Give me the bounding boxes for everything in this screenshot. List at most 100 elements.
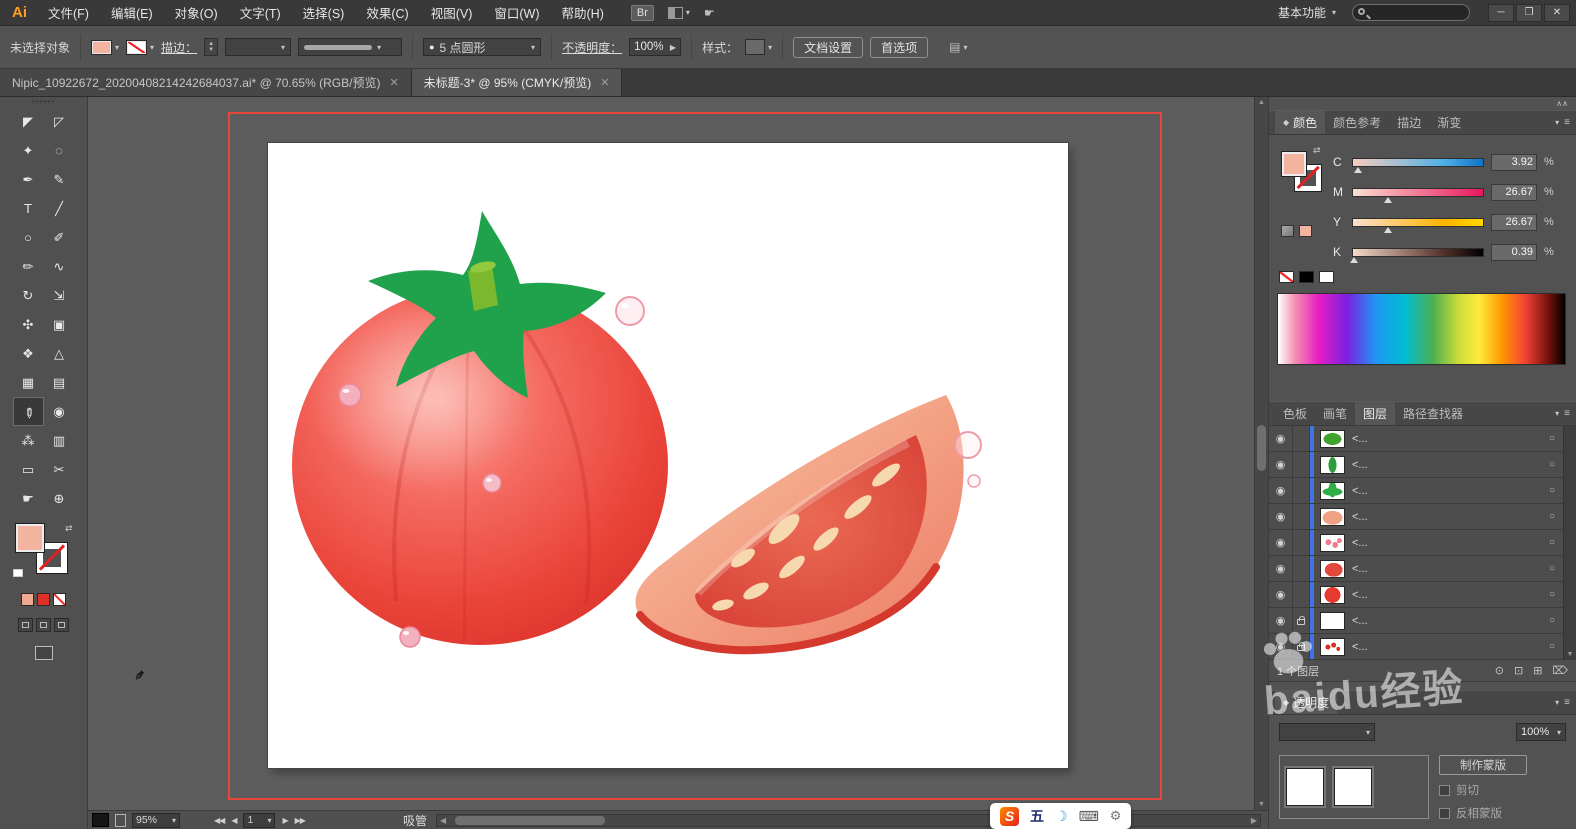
next-artboard-button[interactable]: ▶ — [282, 816, 288, 825]
zoom-select[interactable]: 95% ▾ — [132, 812, 180, 828]
tab-transparency[interactable]: ◆ 透明度 — [1275, 691, 1338, 714]
visibility-toggle[interactable]: ◉ — [1269, 452, 1293, 477]
stepper-down-icon[interactable]: ▼ — [208, 47, 214, 53]
object-thumbnail[interactable] — [1286, 768, 1324, 806]
menu-effect[interactable]: 效果(C) — [355, 3, 419, 22]
visibility-toggle[interactable]: ◉ — [1269, 504, 1293, 529]
brush-select[interactable]: ● 5 点圆形 ▾ — [423, 38, 542, 56]
direct-selection-tool[interactable]: ◸ — [44, 107, 75, 136]
scroll-up-icon[interactable]: ▲ — [1258, 99, 1265, 106]
scroll-right-icon[interactable]: ▶ — [1251, 816, 1257, 825]
layer-target-icon[interactable]: ○ — [1543, 485, 1561, 496]
menu-help[interactable]: 帮助(H) — [551, 3, 615, 22]
fill-color-well[interactable] — [14, 523, 45, 553]
layer-target-icon[interactable]: ○ — [1543, 589, 1561, 600]
invert-mask-checkbox[interactable] — [1439, 807, 1450, 819]
document-setup-button[interactable]: 文档设置 — [793, 36, 864, 58]
lock-toggle[interactable] — [1293, 582, 1310, 607]
pencil-tool[interactable]: ✏ — [13, 252, 44, 281]
canvas[interactable]: ✒ ▲ ▼ — [88, 97, 1268, 810]
menu-edit[interactable]: 编辑(E) — [100, 3, 164, 22]
shape-builder-tool[interactable]: ❖ — [13, 339, 44, 368]
vertical-scrollbar[interactable]: ▲ ▼ — [1254, 97, 1268, 810]
tomato-illustration[interactable] — [268, 143, 1068, 768]
visibility-toggle[interactable]: ◉ — [1269, 426, 1293, 451]
slice-tool[interactable]: ✂ — [44, 455, 75, 484]
layer-row[interactable]: ◉ <... ○ — [1269, 582, 1576, 608]
smooth-tool[interactable]: ∿ — [44, 252, 75, 281]
yellow-value-input[interactable]: 26.67 — [1491, 213, 1537, 231]
lock-toggle[interactable] — [1293, 608, 1310, 633]
selection-tool[interactable]: ◤ — [13, 107, 44, 136]
tab-brushes[interactable]: 画笔 — [1315, 402, 1355, 425]
tab-stroke[interactable]: 描边 — [1389, 111, 1429, 134]
lock-toggle[interactable] — [1293, 478, 1310, 503]
moon-icon[interactable]: ☽ — [1055, 808, 1068, 825]
gradient-tool[interactable]: ▤ — [44, 368, 75, 397]
lock-toggle[interactable] — [1293, 530, 1310, 555]
curvature-tool[interactable]: ✎ — [44, 165, 75, 194]
eyedropper-tool[interactable]: ✐ — [12, 397, 44, 426]
default-fill-stroke-icon[interactable] — [12, 569, 23, 577]
swatch-none[interactable] — [53, 593, 66, 606]
tab-color-guide[interactable]: 颜色参考 — [1325, 111, 1389, 134]
line-segment-tool[interactable]: ╱ — [44, 194, 75, 223]
draw-behind-button[interactable] — [36, 618, 51, 632]
draw-normal-button[interactable] — [18, 618, 33, 632]
menu-select[interactable]: 选择(S) — [292, 3, 356, 22]
stroke-panel-link[interactable]: 描边： — [161, 39, 197, 56]
document-tab-2[interactable]: 未标题-3* @ 95% (CMYK/预览) ✕ — [411, 69, 623, 96]
perspective-grid-tool[interactable]: △ — [44, 339, 75, 368]
lock-toggle[interactable] — [1293, 634, 1310, 659]
scroll-down-icon[interactable]: ▼ — [1567, 651, 1574, 658]
draw-inside-button[interactable] — [54, 618, 69, 632]
slider-handle[interactable] — [1350, 256, 1359, 263]
visibility-toggle[interactable]: ◉ — [1269, 556, 1293, 581]
hand-tool[interactable]: ☛ — [13, 484, 44, 513]
white-swatch[interactable] — [1319, 271, 1334, 283]
scroll-down-icon[interactable]: ▼ — [1258, 801, 1265, 808]
visibility-toggle[interactable]: ◉ — [1269, 634, 1293, 659]
collapse-panels-icon[interactable]: ∧∧ — [1269, 97, 1576, 110]
restore-button[interactable]: ❐ — [1516, 3, 1542, 22]
touch-workspace-icon[interactable]: ☛ — [704, 6, 715, 20]
make-clipping-mask-icon[interactable]: ⊙ — [1495, 664, 1504, 677]
scale-tool[interactable]: ⇲ — [44, 281, 75, 310]
layer-row[interactable]: ◉ <... ○ — [1269, 634, 1576, 660]
menu-object[interactable]: 对象(O) — [164, 3, 229, 22]
menu-window[interactable]: 窗口(W) — [483, 3, 550, 22]
menu-type[interactable]: 文字(T) — [229, 3, 292, 22]
lock-toggle[interactable] — [1293, 556, 1310, 581]
layer-target-icon[interactable]: ○ — [1543, 537, 1561, 548]
layer-target-icon[interactable]: ○ — [1543, 511, 1561, 522]
cyan-value-input[interactable]: 3.92 — [1491, 153, 1537, 171]
sogou-logo[interactable]: S — [1000, 806, 1019, 826]
yellow-slider[interactable] — [1352, 217, 1484, 233]
delete-layer-icon[interactable]: ⌦ — [1552, 664, 1568, 677]
layers-scrollbar[interactable]: ▼ — [1563, 426, 1576, 660]
horizontal-scrollbar[interactable]: ◀ ▶ — [435, 813, 1261, 827]
black-value-input[interactable]: 0.39 — [1491, 243, 1537, 261]
layer-row[interactable]: ◉ <... ○ — [1269, 478, 1576, 504]
tab-swatches[interactable]: 色板 — [1275, 402, 1315, 425]
symbol-sprayer-tool[interactable]: ⁂ — [13, 426, 44, 455]
slider-handle[interactable] — [1354, 166, 1363, 173]
clip-checkbox[interactable] — [1439, 784, 1450, 796]
lock-toggle[interactable] — [1293, 504, 1310, 529]
panel-menu-icon[interactable]: ▾ ≡ — [1555, 402, 1570, 425]
minimize-button[interactable]: ─ — [1488, 3, 1514, 22]
visibility-toggle[interactable]: ◉ — [1269, 608, 1293, 633]
arrange-documents-icon[interactable]: ▾ — [667, 6, 690, 19]
new-sublayer-icon[interactable]: ⊡ — [1514, 664, 1523, 677]
layer-row[interactable]: ◉ <... ○ — [1269, 608, 1576, 634]
transparency-opacity-input[interactable]: 100% ▾ — [1516, 723, 1566, 741]
tab-gradient[interactable]: 渐变 — [1429, 111, 1469, 134]
first-artboard-button[interactable]: ◀◀ — [214, 816, 225, 825]
workspace-switcher[interactable]: 基本功能 ▾ — [1278, 4, 1336, 21]
blend-mode-select[interactable]: ▾ — [1279, 723, 1375, 741]
ellipse-tool[interactable]: ○ — [13, 223, 44, 252]
lasso-tool[interactable]: ◌ — [44, 136, 75, 165]
black-swatch[interactable] — [1299, 271, 1314, 283]
panel-grip[interactable]: •••••• — [0, 97, 87, 107]
layer-row[interactable]: ◉ <... ○ — [1269, 530, 1576, 556]
